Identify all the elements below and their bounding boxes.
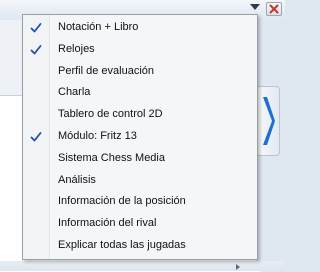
menu-item[interactable]: Perfil de evaluación [23, 61, 257, 83]
menu-list: Notación + Libro Relojes Perfil de evaluac… [23, 17, 257, 257]
close-icon [269, 4, 279, 14]
menu-item-label: Notación + Libro [58, 21, 139, 33]
menu-item-label: Relojes [58, 42, 95, 55]
menu-item[interactable]: Relojes [23, 39, 257, 61]
menu-item-label: Información del rival [58, 217, 157, 230]
menu-item[interactable]: Información de la posición [23, 191, 257, 213]
menu-item[interactable]: Análisis [23, 170, 257, 192]
chevron-down-icon[interactable] [250, 4, 260, 10]
checkmark-icon [30, 23, 42, 33]
menu-item[interactable]: Información del rival [23, 213, 257, 235]
menu-item[interactable]: Charla [23, 82, 257, 104]
menu-item-label: Tablero de control 2D [58, 108, 163, 121]
chevron-right-icon [263, 97, 275, 145]
menu-item-label: Análisis [58, 173, 96, 186]
menu-item[interactable]: Explicar todas las jugadas [23, 235, 257, 257]
menu-item[interactable]: Módulo: Fritz 13 [23, 126, 257, 148]
menu-item-label: Perfil de evaluación [58, 64, 155, 77]
checkmark-icon [30, 132, 42, 142]
context-menu: Notación + Libro Relojes Perfil de evaluac… [22, 14, 258, 260]
menu-item-label: Módulo: Fritz 13 [58, 129, 137, 142]
horizontal-scrollbar[interactable] [0, 261, 285, 271]
checkmark-icon [30, 44, 42, 55]
menu-item-label: Charla [58, 86, 91, 99]
menu-item[interactable]: Tablero de control 2D [23, 104, 257, 126]
close-button[interactable] [266, 2, 282, 16]
menu-item-label: Sistema Chess Media [58, 151, 165, 164]
menu-item-label: Explicar todas las jugadas [58, 238, 186, 251]
side-panel-toggle-button[interactable] [256, 86, 280, 156]
scroll-right-arrow-icon[interactable] [236, 264, 240, 270]
menu-item-label: Información de la posición [58, 195, 186, 208]
menu-item[interactable]: Sistema Chess Media [23, 148, 257, 170]
menu-item[interactable]: Notación + Libro [23, 17, 257, 39]
